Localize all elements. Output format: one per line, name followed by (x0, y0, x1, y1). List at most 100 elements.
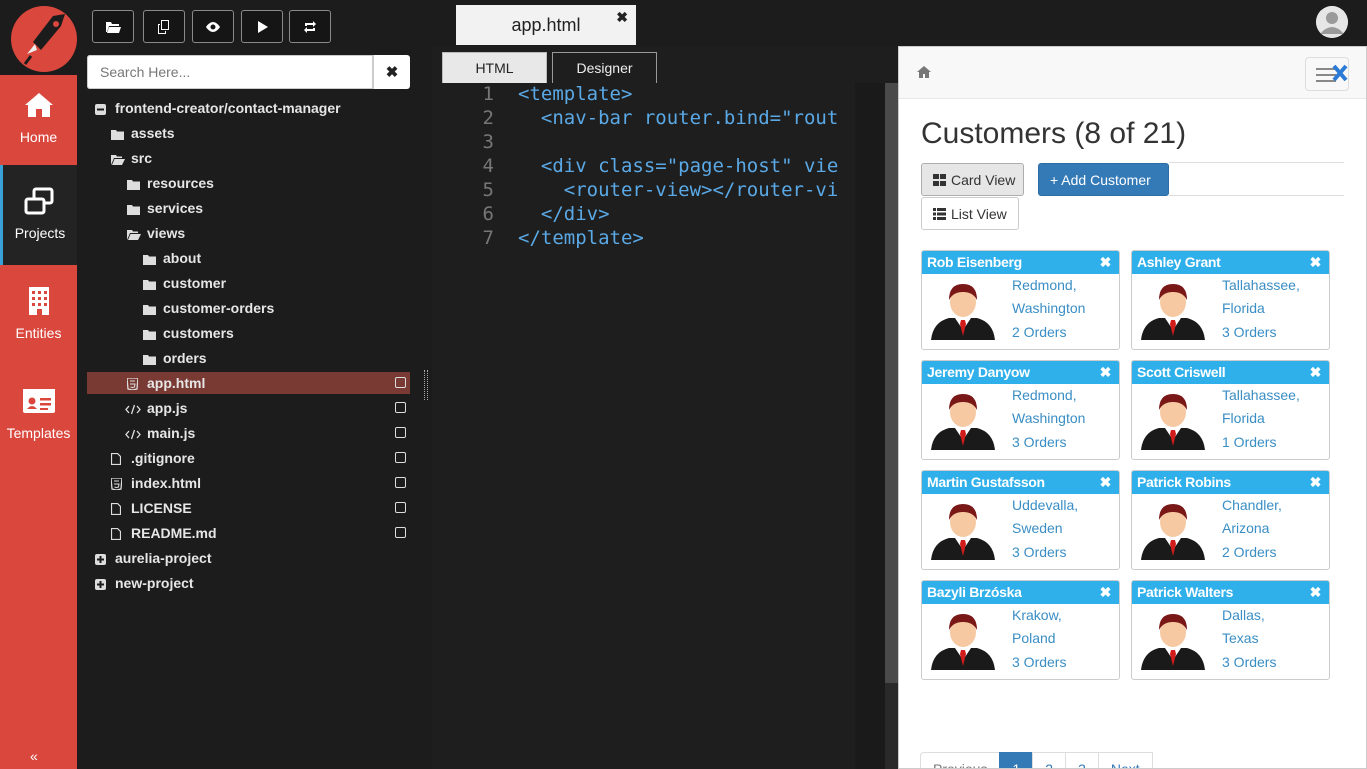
tree-item-checkbox[interactable] (395, 377, 406, 388)
scrollbar-thumb[interactable] (885, 83, 898, 683)
tree-item-views[interactable]: views (87, 222, 410, 244)
customer-region[interactable]: Washington (1012, 410, 1085, 426)
customer-card[interactable]: Rob Eisenberg ✖ Redmond, Washington 2 Orders (921, 250, 1120, 350)
customer-name[interactable]: Patrick Robins ✖ (1132, 471, 1329, 494)
tree-item-new-project[interactable]: new-project (87, 572, 410, 594)
customer-region[interactable]: Poland (1012, 630, 1056, 646)
customer-name[interactable]: Rob Eisenberg ✖ (922, 251, 1119, 274)
customer-city[interactable]: Tallahassee, (1222, 277, 1300, 293)
tree-item-resources[interactable]: resources (87, 172, 410, 194)
customer-card[interactable]: Bazyli Brzóska ✖ Krakow, Poland 3 Orders (921, 580, 1120, 680)
menu-toggle-button[interactable] (1305, 57, 1349, 91)
run-button[interactable] (241, 10, 283, 43)
page-1[interactable]: 1 (999, 752, 1034, 768)
page-previous[interactable]: Previous (920, 752, 1001, 768)
tree-item-checkbox[interactable] (395, 402, 406, 413)
customer-region[interactable]: Arizona (1222, 520, 1269, 536)
customer-city[interactable]: Dallas, (1222, 607, 1265, 623)
customer-card[interactable]: Scott Criswell ✖ Tallahassee, Florida 1 Orde… (1131, 360, 1330, 460)
tree-item-customers[interactable]: customers (87, 322, 410, 344)
page-3[interactable]: 3 (1065, 752, 1099, 768)
customer-city[interactable]: Krakow, (1012, 607, 1062, 623)
customer-region[interactable]: Texas (1222, 630, 1259, 646)
code-minimap[interactable] (855, 83, 885, 769)
app-logo[interactable] (0, 0, 77, 75)
tree-item-gitignore[interactable]: .gitignore (87, 447, 410, 469)
tree-item-customer[interactable]: customer (87, 272, 410, 294)
card-view-button[interactable]: Card View (921, 163, 1024, 196)
editor-scrollbar[interactable] (885, 83, 898, 769)
customer-name[interactable]: Patrick Walters ✖ (1132, 581, 1329, 604)
customer-city[interactable]: Uddevalla, (1012, 497, 1078, 513)
tab-designer[interactable]: Designer (552, 52, 657, 83)
customer-card[interactable]: Jeremy Danyow ✖ Redmond, Washington 3 Orders (921, 360, 1120, 460)
page-next[interactable]: Next (1097, 752, 1153, 768)
customer-name[interactable]: Bazyli Brzóska ✖ (922, 581, 1119, 604)
tree-item-license[interactable]: LICENSE (87, 497, 410, 519)
customer-card[interactable]: Ashley Grant ✖ Tallahassee, Florida 3 Orders (1131, 250, 1330, 350)
tree-item-checkbox[interactable] (395, 527, 406, 538)
tree-item-customer-orders[interactable]: customer-orders (87, 297, 410, 319)
tree-item-about[interactable]: about (87, 247, 410, 269)
customer-region[interactable]: Florida (1222, 300, 1265, 316)
file-tab-app-html[interactable]: app.html ✖ (456, 5, 636, 45)
remove-customer-icon[interactable]: ✖ (1310, 361, 1322, 384)
customer-orders-link[interactable]: 3 Orders (1222, 654, 1276, 670)
customer-city[interactable]: Chandler, (1222, 497, 1282, 513)
tree-item-contact-manager[interactable]: frontend-creator/contact-manager (87, 97, 410, 119)
tree-item-checkbox[interactable] (395, 502, 406, 513)
nav-home[interactable]: Home (0, 75, 77, 165)
customer-region[interactable]: Sweden (1012, 520, 1063, 536)
customer-name[interactable]: Jeremy Danyow ✖ (922, 361, 1119, 384)
customer-region[interactable]: Washington (1012, 300, 1085, 316)
customer-city[interactable]: Tallahassee, (1222, 387, 1300, 403)
customer-orders-link[interactable]: 3 Orders (1012, 544, 1066, 560)
nav-templates[interactable]: Templates (0, 365, 77, 465)
panel-splitter[interactable] (420, 0, 432, 769)
tree-item-app-html[interactable]: app.html (87, 372, 410, 394)
tree-item-app-js[interactable]: app.js (87, 397, 410, 419)
tree-item-checkbox[interactable] (395, 452, 406, 463)
customer-orders-link[interactable]: 1 Orders (1222, 434, 1276, 450)
customer-orders-link[interactable]: 3 Orders (1012, 654, 1066, 670)
remove-customer-icon[interactable]: ✖ (1100, 251, 1112, 274)
tree-item-index-html[interactable]: index.html (87, 472, 410, 494)
customer-orders-link[interactable]: 2 Orders (1222, 544, 1276, 560)
remove-customer-icon[interactable]: ✖ (1310, 251, 1322, 274)
customer-name[interactable]: Scott Criswell ✖ (1132, 361, 1329, 384)
customer-name[interactable]: Ashley Grant ✖ (1132, 251, 1329, 274)
tab-html[interactable]: HTML (442, 52, 547, 83)
customer-card[interactable]: Patrick Walters ✖ Dallas, Texas 3 Orders (1131, 580, 1330, 680)
remove-customer-icon[interactable]: ✖ (1310, 581, 1322, 604)
nav-projects[interactable]: Projects (0, 165, 77, 265)
tree-item-aurelia-project[interactable]: aurelia-project (87, 547, 410, 569)
customer-card[interactable]: Martin Gustafsson ✖ Uddevalla, Sweden 3 Orde… (921, 470, 1120, 570)
open-folder-button[interactable] (92, 10, 134, 43)
remove-customer-icon[interactable]: ✖ (1310, 471, 1322, 494)
customer-city[interactable]: Redmond, (1012, 387, 1077, 403)
remove-customer-icon[interactable]: ✖ (1100, 581, 1112, 604)
copy-button[interactable] (143, 10, 185, 43)
customer-orders-link[interactable]: 3 Orders (1222, 324, 1276, 340)
tree-item-main-js[interactable]: main.js (87, 422, 410, 444)
user-avatar[interactable] (1316, 6, 1348, 38)
search-input[interactable] (87, 55, 373, 89)
drag-handle-icon[interactable] (424, 370, 428, 400)
remove-customer-icon[interactable]: ✖ (1100, 361, 1112, 384)
customer-region[interactable]: Florida (1222, 410, 1265, 426)
add-customer-button[interactable]: + Add Customer (1038, 163, 1169, 196)
preview-button[interactable] (192, 10, 234, 43)
tree-item-services[interactable]: services (87, 197, 410, 219)
customer-orders-link[interactable]: 3 Orders (1012, 434, 1066, 450)
tree-item-src[interactable]: src (87, 147, 410, 169)
close-tab-icon[interactable]: ✖ (616, 9, 628, 26)
nav-entities[interactable]: Entities (0, 265, 77, 365)
home-icon[interactable] (916, 65, 932, 79)
tree-item-orders[interactable]: orders (87, 347, 410, 369)
customer-city[interactable]: Redmond, (1012, 277, 1077, 293)
page-2[interactable]: 2 (1032, 752, 1067, 768)
tree-item-assets[interactable]: assets (87, 122, 410, 144)
customer-card[interactable]: Patrick Robins ✖ Chandler, Arizona 2 Orders (1131, 470, 1330, 570)
collapse-nav-icon[interactable]: « (30, 748, 38, 764)
remove-customer-icon[interactable]: ✖ (1100, 471, 1112, 494)
